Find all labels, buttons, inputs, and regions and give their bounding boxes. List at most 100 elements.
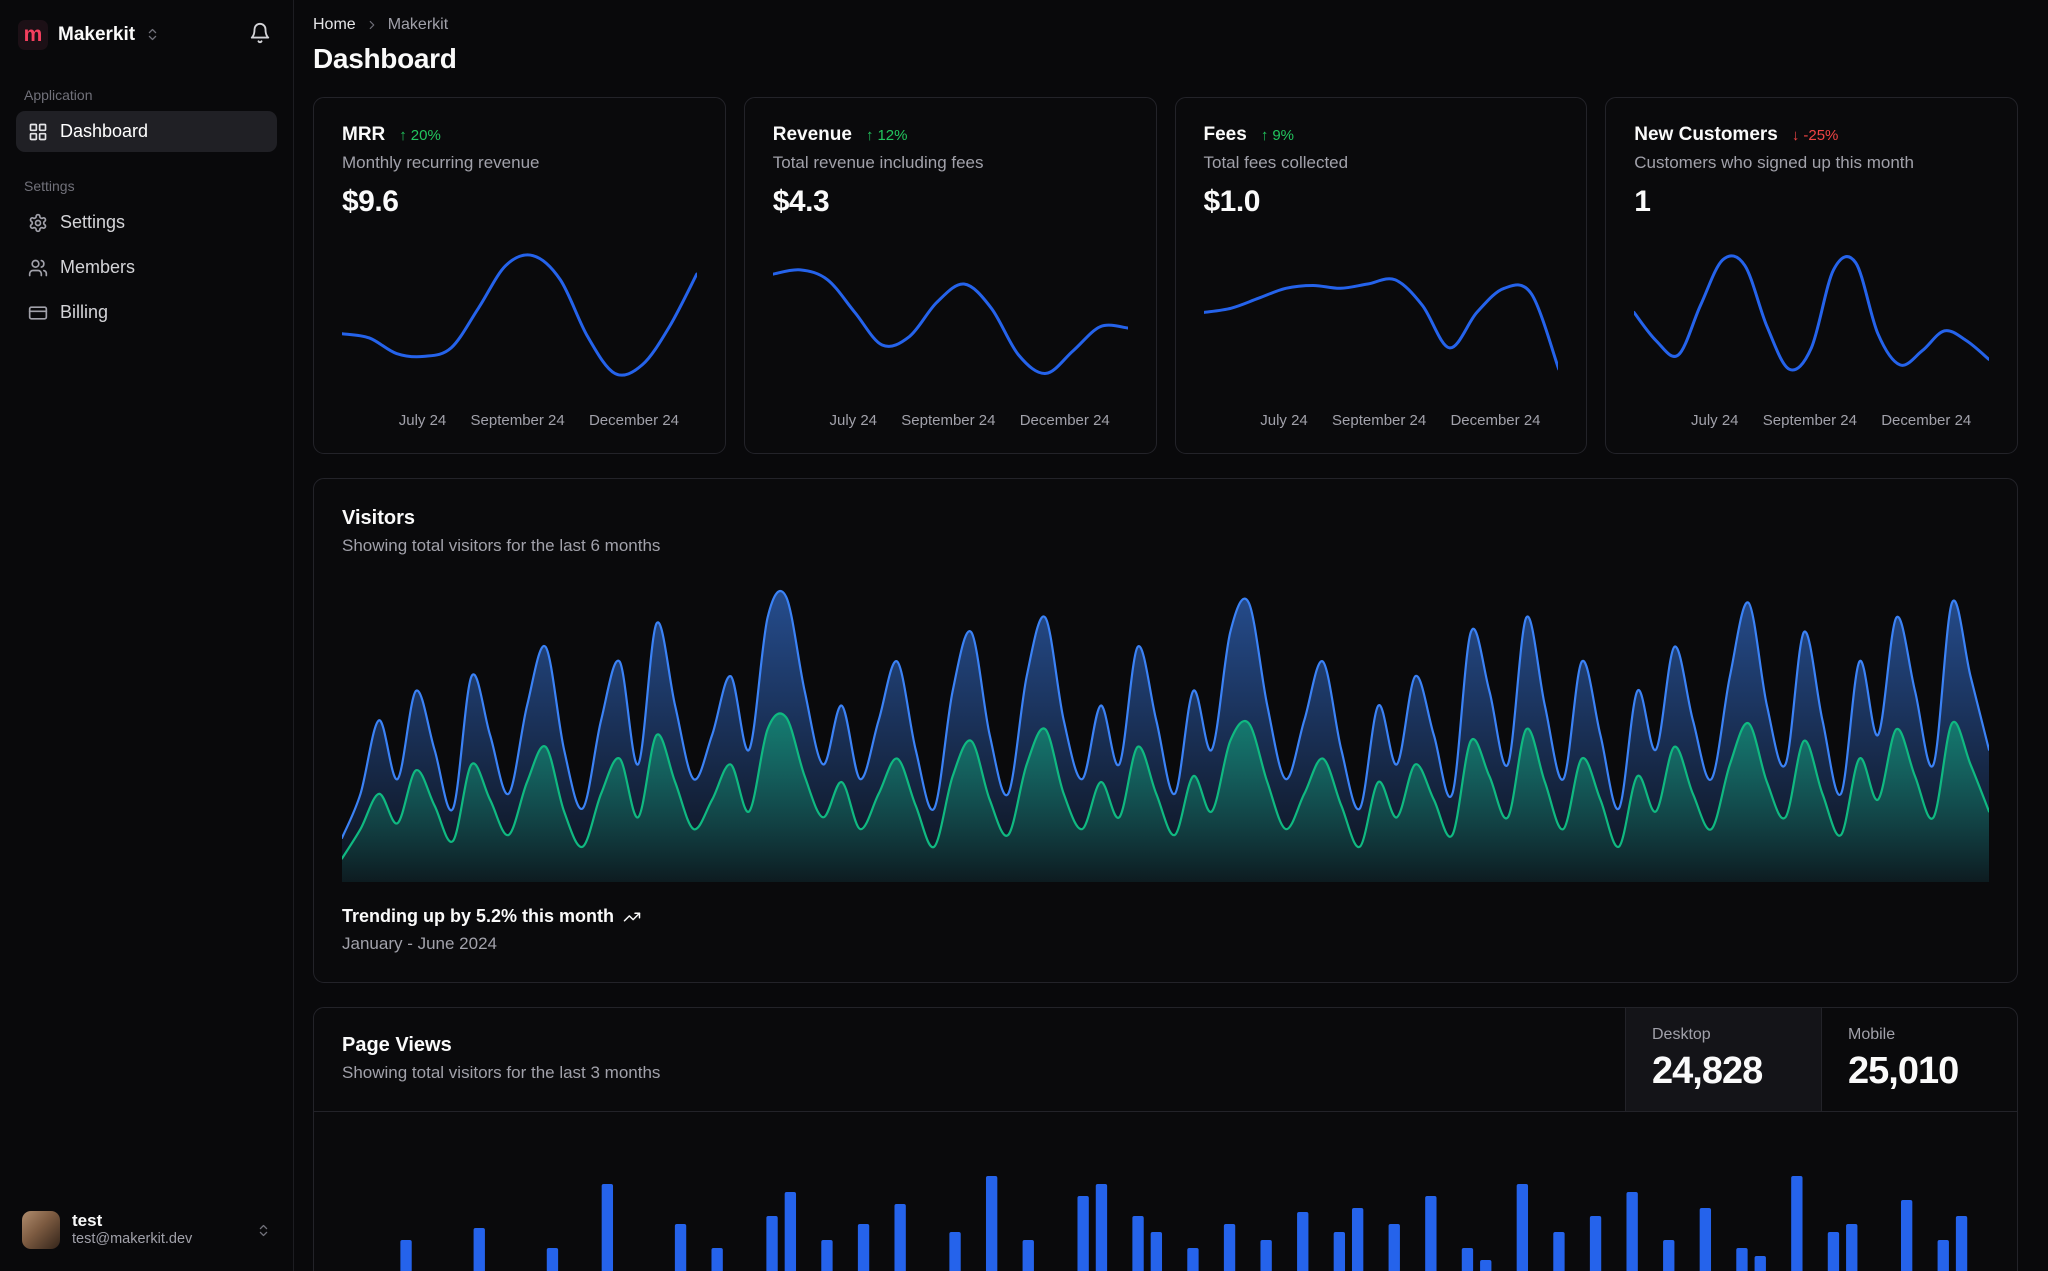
axis-tick: July 24 [398, 412, 447, 429]
application-nav: Dashboard [16, 111, 277, 152]
axis-tick: December 24 [1450, 412, 1541, 429]
trend-value: 20% [410, 126, 441, 144]
desktop-label: Desktop [1652, 1026, 1711, 1043]
trend-value: -25% [1803, 126, 1839, 144]
stat-subtitle: Monthly recurring revenue [342, 153, 540, 172]
new-customers-sparkline-chart [1634, 237, 1989, 402]
visitors-trend-text: Trending up by 5.2% this month [342, 906, 615, 926]
stat-card-mrr: MRR ↑ 20% Monthly recurring revenue $9.6 … [313, 97, 726, 454]
page-views-bar-chart [342, 1128, 1989, 1271]
axis-tick: July 24 [1260, 412, 1308, 429]
sidebar-header: m Makerkit [16, 14, 277, 61]
revenue-sparkline-chart [772, 237, 1128, 402]
page-views-header: Page Views Showing total visitors for th… [314, 1008, 2017, 1112]
makerkit-logo: m [18, 19, 48, 50]
breadcrumb: Home Makerkit [313, 16, 2018, 34]
sidebar-item-dashboard[interactable]: Dashboard [16, 111, 277, 152]
axis-tick: September 24 [1332, 412, 1427, 429]
page-title: Dashboard [313, 43, 457, 74]
main-content: Home Makerkit Dashboard MRR ↑ 20% Monthly… [294, 0, 2048, 1271]
axis-tick: September 24 [901, 412, 996, 429]
trend-value: 12% [877, 126, 908, 144]
x-axis-labels: July 24 September 24 December 24 [1634, 402, 1989, 429]
gear-icon [28, 213, 48, 233]
trend-badge: ↑ 12% [866, 127, 908, 144]
breadcrumb-home[interactable]: Home [313, 16, 356, 34]
stat-subtitle: Total fees collected [1203, 153, 1349, 172]
axis-tick: July 24 [829, 412, 878, 429]
mobile-toggle[interactable]: Mobile 25,010 [1821, 1008, 2017, 1111]
trend-up-icon: ↑ [1260, 126, 1269, 144]
visitors-title: Visitors [342, 507, 415, 529]
stat-value: 1 [1634, 185, 1651, 218]
user-name: test [72, 1210, 103, 1230]
settings-nav: Settings Members Billing [16, 202, 277, 333]
stat-value: $9.6 [342, 185, 399, 218]
sidebar-item-settings[interactable]: Settings [16, 202, 277, 243]
trending-up-icon [623, 908, 641, 926]
users-icon [28, 258, 48, 278]
trend-badge: ↑ 20% [399, 127, 441, 144]
sidebar-item-label: Settings [60, 212, 126, 232]
section-label-application: Application [24, 87, 93, 103]
sidebar-item-label: Billing [60, 302, 109, 322]
sidebar-item-billing[interactable]: Billing [16, 292, 277, 333]
axis-tick: December 24 [1019, 412, 1110, 429]
stat-card-new-customers: New Customers ↓ -25% Customers who signed… [1605, 97, 2018, 454]
avatar [22, 1211, 60, 1249]
trend-down-icon: ↓ [1791, 126, 1800, 144]
workspace-switcher[interactable]: m Makerkit [18, 19, 235, 50]
trend-up-icon: ↑ [399, 126, 407, 144]
visitors-subtitle: Showing total visitors for the last 6 mo… [342, 536, 661, 555]
sidebar-item-members[interactable]: Members [16, 247, 277, 288]
trend-value: 9% [1272, 126, 1294, 144]
stat-card-revenue: Revenue ↑ 12% Total revenue including fee… [743, 97, 1157, 454]
section-label-settings: Settings [24, 178, 75, 194]
page-views-card: Page Views Showing total visitors for th… [313, 1007, 2018, 1271]
trend-up-icon: ↑ [865, 126, 874, 144]
x-axis-labels: July 24 September 24 December 24 [1204, 402, 1559, 429]
page-views-title: Page Views [342, 1034, 452, 1056]
stat-subtitle: Total revenue including fees [772, 153, 984, 172]
desktop-value: 24,828 [1652, 1050, 1763, 1092]
x-axis-labels: July 24 September 24 December 24 [773, 402, 1128, 429]
stat-title: MRR [342, 124, 386, 145]
user-menu[interactable]: test test@makerkit.dev [14, 1203, 279, 1257]
visitors-area-chart [342, 582, 1989, 882]
trend-badge: ↓ -25% [1792, 127, 1839, 144]
credit-card-icon [28, 303, 48, 323]
sidebar: m Makerkit Application Dashboard Setting… [0, 0, 294, 1271]
x-axis-labels: July 24 September 24 December 24 [342, 402, 697, 429]
axis-tick: September 24 [470, 412, 565, 429]
stat-value: $4.3 [772, 185, 830, 218]
page-views-subtitle: Showing total visitors for the last 3 mo… [342, 1063, 661, 1082]
chevrons-up-down-icon [256, 1223, 271, 1238]
visitors-card: Visitors Showing total visitors for the … [313, 478, 2018, 983]
chevron-right-icon [365, 18, 379, 32]
desktop-toggle[interactable]: Desktop 24,828 [1625, 1008, 1821, 1111]
trend-badge: ↑ 9% [1261, 127, 1294, 144]
visitors-date-range: January - June 2024 [342, 934, 497, 953]
fees-sparkline-chart [1203, 237, 1559, 402]
notifications-button[interactable] [245, 18, 275, 51]
stat-cards-row: MRR ↑ 20% Monthly recurring revenue $9.6 … [313, 97, 2018, 454]
stat-value: $1.0 [1203, 185, 1261, 218]
workspace-name: Makerkit [58, 23, 136, 45]
chevrons-up-down-icon [145, 27, 160, 42]
stat-title: Fees [1203, 124, 1247, 145]
stat-title: Revenue [772, 124, 852, 145]
axis-tick: September 24 [1762, 412, 1857, 429]
stat-subtitle: Customers who signed up this month [1634, 153, 1914, 172]
sidebar-item-label: Dashboard [60, 121, 149, 141]
mobile-label: Mobile [1848, 1026, 1896, 1043]
breadcrumb-current: Makerkit [387, 16, 449, 33]
grid-icon [28, 122, 48, 142]
user-meta: test test@makerkit.dev [72, 1210, 244, 1249]
axis-tick: December 24 [588, 412, 679, 429]
mrr-sparkline-chart [342, 237, 697, 402]
sidebar-item-label: Members [60, 257, 136, 277]
stat-card-fees: Fees ↑ 9% Total fees collected $1.0 July … [1174, 97, 1588, 454]
axis-tick: December 24 [1881, 412, 1972, 429]
axis-tick: July 24 [1691, 412, 1739, 429]
user-email: test@makerkit.dev [72, 1231, 193, 1248]
